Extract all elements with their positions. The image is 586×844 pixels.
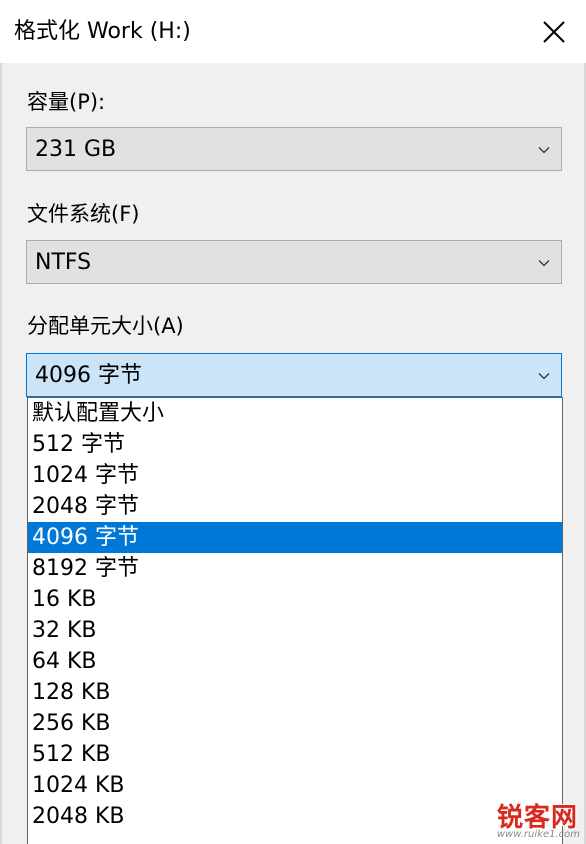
list-item[interactable]: 2048 字节 [28,491,562,522]
close-icon [543,21,565,43]
list-item[interactable]: 1024 字节 [28,460,562,491]
allocation-dropdown-list: 默认配置大小 512 字节 1024 字节 2048 字节 4096 字节 81… [27,397,563,844]
list-item[interactable]: 512 字节 [28,429,562,460]
list-item[interactable]: 16 KB [28,584,562,615]
watermark-url: www.ruike1.com [496,829,580,840]
allocation-label: 分配单元大小(A) [27,314,184,338]
filesystem-value: NTFS [35,250,92,275]
window-title: 格式化 Work (H:) [14,19,191,44]
list-item[interactable]: 1024 KB [28,770,562,801]
capacity-value: 231 GB [35,137,117,162]
close-button[interactable] [540,18,568,46]
chevron-down-icon [538,260,550,267]
window-border [0,63,2,844]
title-bar: 格式化 Work (H:) [0,0,586,63]
capacity-label: 容量(P): [27,90,106,114]
list-item[interactable]: 256 KB [28,708,562,739]
list-item[interactable]: 32 KB [28,615,562,646]
filesystem-select[interactable]: NTFS [26,240,562,284]
list-item[interactable]: 8192 字节 [28,553,562,584]
list-item[interactable]: 默认配置大小 [28,398,562,429]
list-item[interactable]: 64 KB [28,646,562,677]
list-item-selected[interactable]: 4096 字节 [28,522,562,553]
list-item[interactable]: 2048 KB [28,801,562,832]
allocation-select[interactable]: 4096 字节 [26,353,562,397]
chevron-down-icon [538,373,550,380]
list-item[interactable]: 128 KB [28,677,562,708]
chevron-down-icon [538,147,550,154]
filesystem-label: 文件系统(F) [27,202,140,226]
allocation-value: 4096 字节 [35,363,142,388]
list-item[interactable]: 512 KB [28,739,562,770]
capacity-select[interactable]: 231 GB [26,127,562,171]
